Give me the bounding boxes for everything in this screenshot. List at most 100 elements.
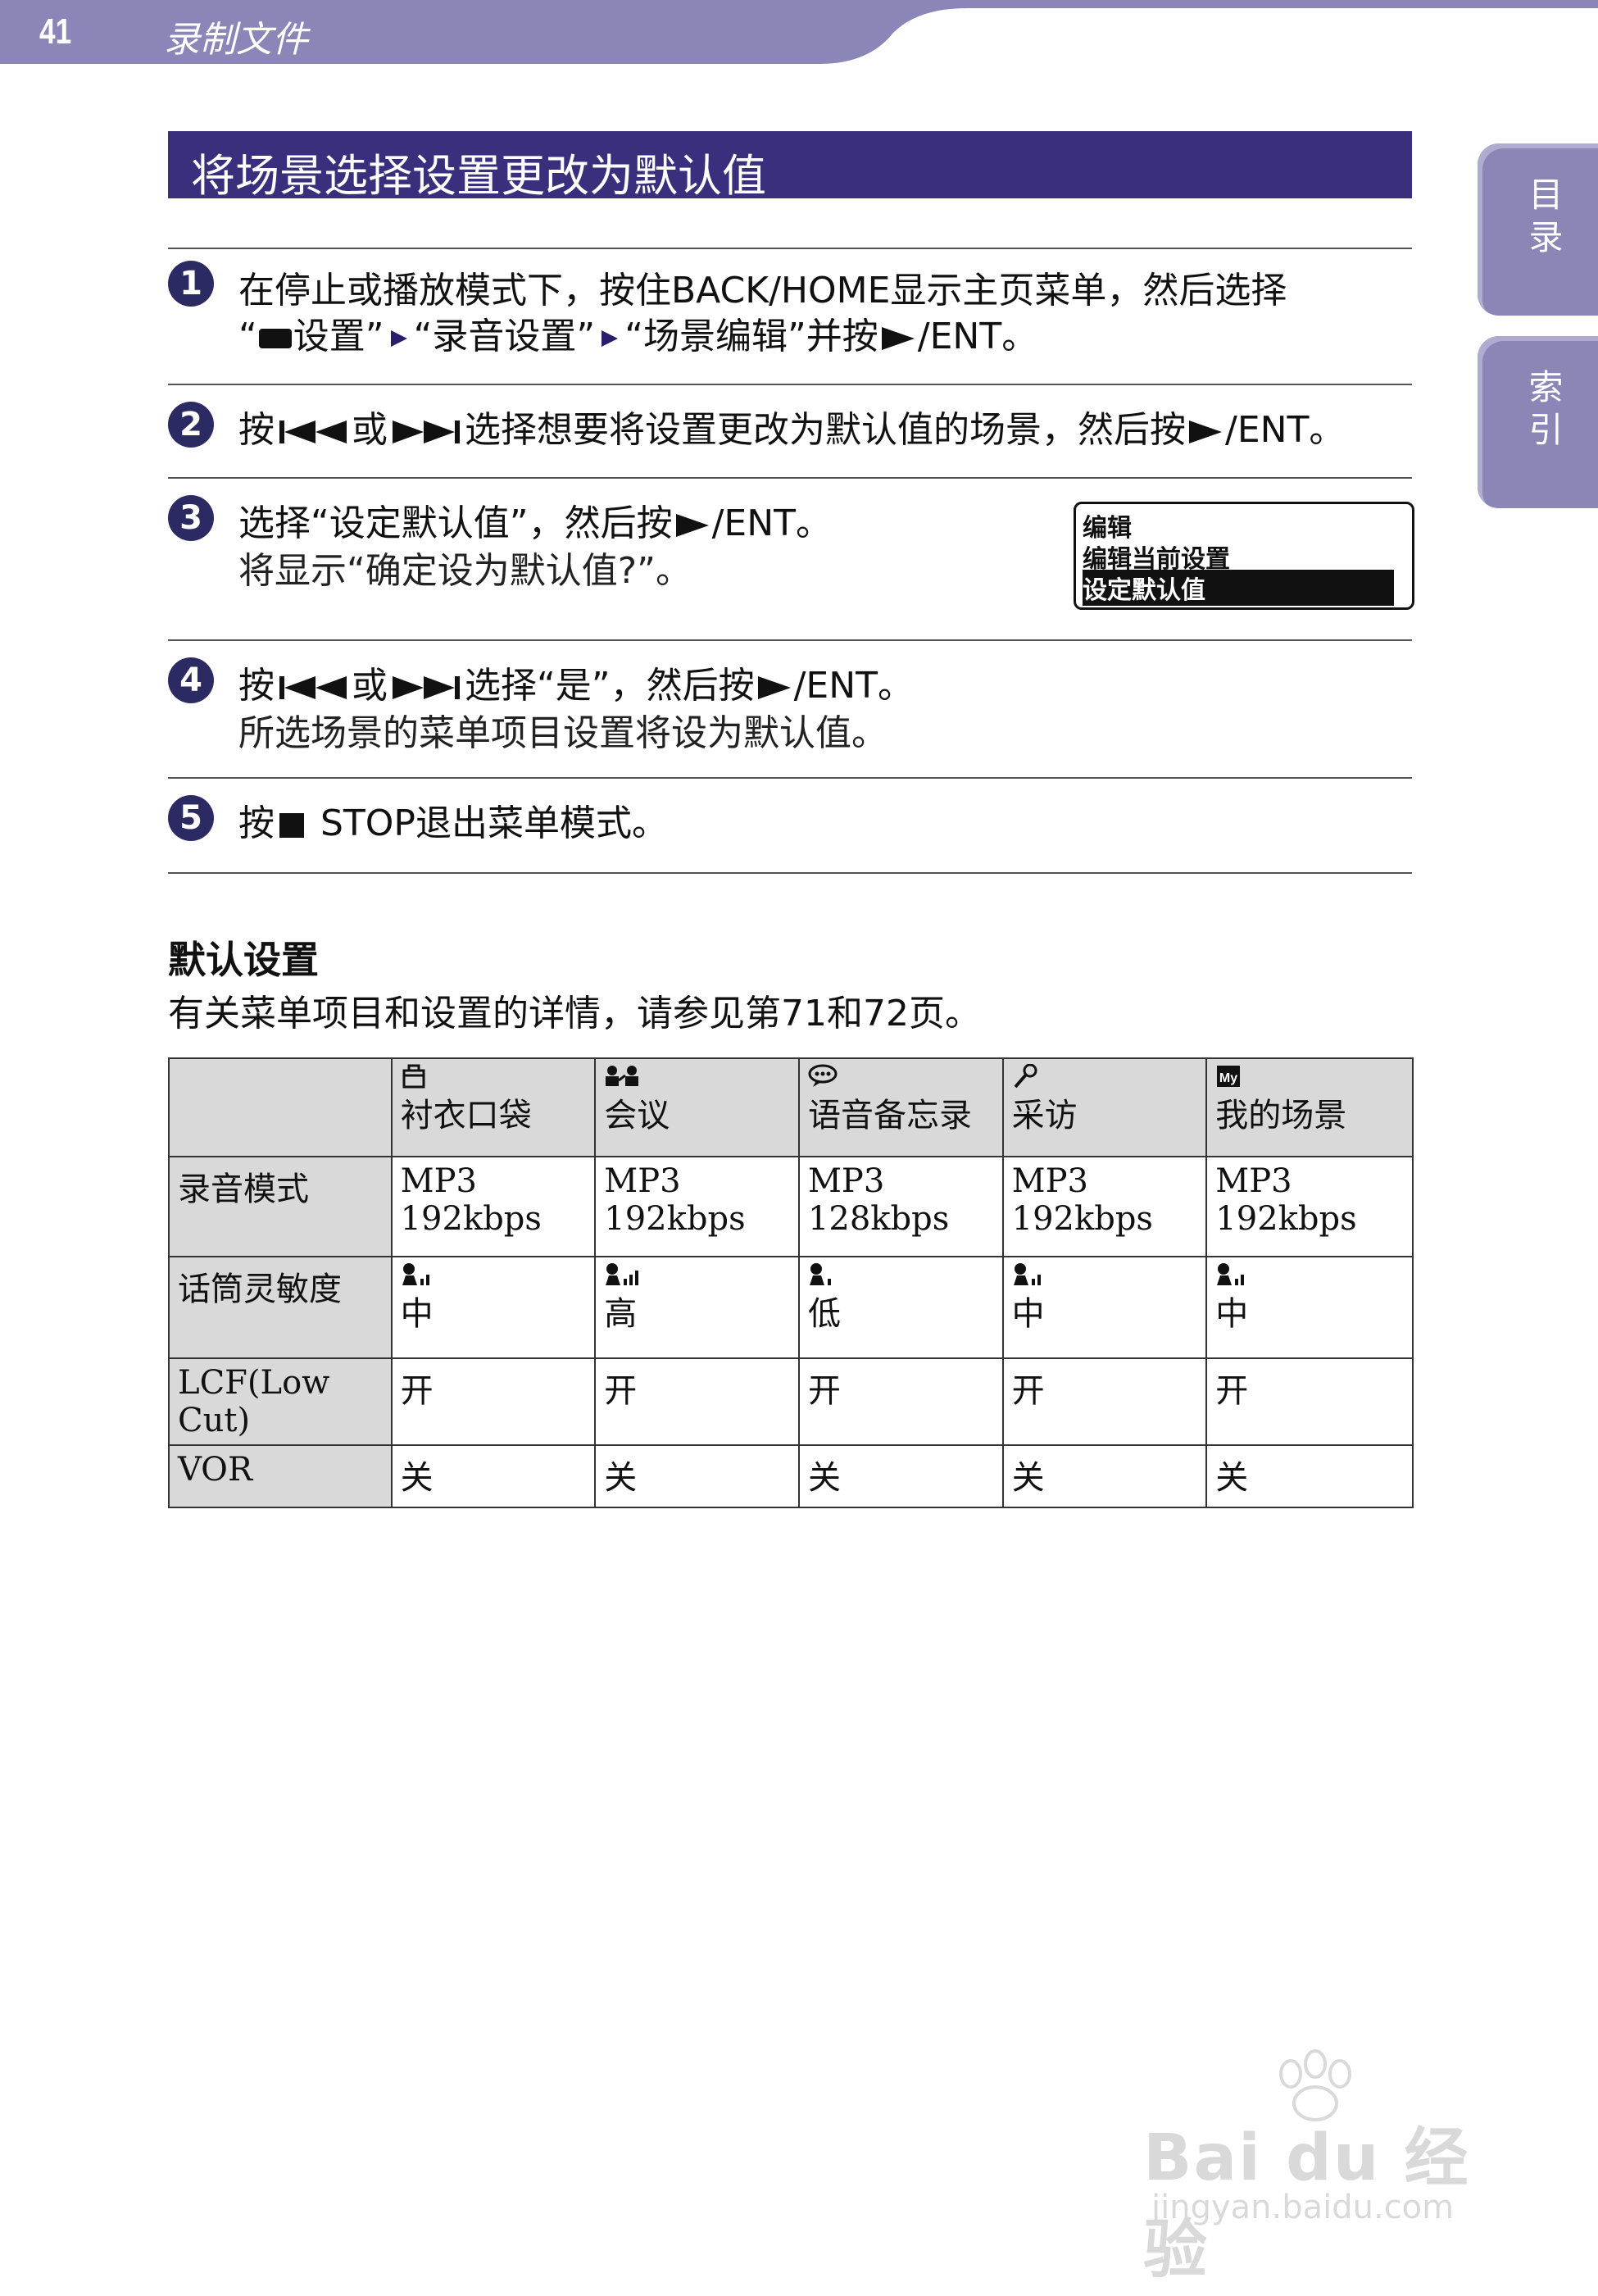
mic-sensitivity-icon	[606, 1263, 639, 1285]
table-corner	[168, 1057, 393, 1157]
column-header: 语音备忘录	[797, 1057, 1004, 1157]
step-text: 按或选择“是”，然后按/ENT。	[238, 665, 915, 707]
play-icon	[1189, 421, 1222, 443]
table-row: LCF(Low Cut) 开 开 开 开 开	[168, 1357, 1414, 1446]
table-cell: 开	[390, 1357, 597, 1446]
skip-forward-icon	[393, 676, 460, 699]
table-cell: 低	[797, 1256, 1004, 1359]
step-text: 按或选择想要将设置更改为默认值的场景，然后按/ENT。	[238, 409, 1346, 451]
lcd-menu-screen: 编辑 编辑当前设置 设定默认值	[1074, 502, 1414, 610]
table-cell: MP3 192kbps	[390, 1156, 597, 1257]
tab-toc[interactable]: 目录	[1478, 143, 1598, 316]
meeting-icon	[606, 1066, 639, 1086]
row-label: 录音模式	[168, 1156, 393, 1257]
defaults-title: 默认设置	[168, 938, 319, 982]
column-header: My 我的场景	[1205, 1057, 1414, 1157]
step-text-2: “设置” “录音设置” “场景编辑”并按/ENT。	[238, 316, 1038, 357]
table-cell: MP3 128kbps	[797, 1156, 1004, 1257]
page-header: 41 录制文件	[0, 0, 1598, 66]
step-text: 按 STOP退出菜单模式。	[238, 802, 668, 844]
page-number: 41	[39, 11, 72, 52]
level-bar	[629, 1275, 633, 1285]
voice-memo-icon	[808, 1064, 838, 1087]
table-cell: 关	[594, 1444, 800, 1508]
tab-index-label: 索引	[1523, 369, 1564, 454]
row-label: VOR	[168, 1444, 393, 1508]
level-bar	[1241, 1275, 1245, 1285]
section-name: 录制文件	[164, 19, 308, 61]
level-bar	[1037, 1275, 1041, 1285]
toolbox-icon	[258, 329, 292, 348]
divider	[168, 248, 1412, 249]
divider	[168, 777, 1412, 779]
table-cell: 关	[1001, 1444, 1208, 1508]
stop-icon	[279, 813, 304, 838]
my-scene-icon: My	[1217, 1066, 1241, 1087]
lcd-row-selected: 设定默认值	[1083, 570, 1394, 606]
divider	[168, 477, 1412, 479]
level-bar	[425, 1275, 429, 1285]
table-cell: MP3 192kbps	[1001, 1156, 1208, 1257]
section-title-bar: 将场景选择设置更改为默认值	[168, 131, 1412, 202]
level-bar	[624, 1279, 628, 1285]
table-row: VOR 关 关 关 关 关	[168, 1444, 1414, 1508]
play-icon	[675, 514, 709, 537]
column-header: 衬衣口袋	[390, 1057, 597, 1157]
defaults-table: 衬衣口袋 会议 语音备忘录 采访 My 我的场景 录音模式 MP3 192kbps…	[168, 1057, 1414, 1508]
level-bar	[635, 1271, 639, 1285]
table-cell: MP3 192kbps	[1205, 1156, 1414, 1257]
table-cell: 关	[390, 1444, 597, 1508]
svg-text:My: My	[1219, 1071, 1237, 1085]
table-cell: MP3 192kbps	[594, 1156, 800, 1257]
step-subtext: 将显示“确定设为默认值?”。	[238, 550, 692, 592]
table-cell: 中	[1205, 1256, 1414, 1359]
skip-forward-icon	[393, 421, 460, 443]
table-cell: 关	[1205, 1444, 1414, 1508]
mic-sensitivity-icon	[1013, 1263, 1041, 1285]
pocket-icon	[402, 1064, 425, 1089]
table-cell: 中	[390, 1256, 597, 1359]
step-text: 在停止或播放模式下，按住BACK/HOME显示主页菜单，然后选择	[238, 270, 1287, 311]
row-label: 话筒灵敏度	[168, 1256, 393, 1359]
table-cell: 关	[797, 1444, 1004, 1508]
table-cell: 开	[1001, 1357, 1208, 1446]
table-cell: 开	[594, 1357, 800, 1446]
level-bar	[1031, 1279, 1035, 1285]
table-cell: 中	[1001, 1256, 1208, 1359]
column-header: 会议	[594, 1057, 800, 1157]
interview-icon	[1014, 1064, 1037, 1089]
step-subtext: 所选场景的菜单项目设置将设为默认值。	[238, 712, 888, 754]
mic-sensitivity-icon	[1217, 1263, 1245, 1285]
step-text: 选择“设定默认值”，然后按/ENT。	[238, 502, 833, 544]
play-icon	[757, 676, 791, 699]
divider	[168, 639, 1412, 641]
divider	[168, 384, 1412, 385]
table-row: 话筒灵敏度 中 高 低 中 中	[168, 1256, 1414, 1359]
divider	[168, 872, 1412, 874]
table-header-row: 衬衣口袋 会议 语音备忘录 采访 My 我的场景	[168, 1057, 1414, 1157]
level-bar	[420, 1279, 424, 1285]
baidu-watermark: Bai du 经验 jingyan.baidu.com	[1135, 2049, 1496, 2287]
tab-toc-label: 目录	[1523, 176, 1564, 261]
play-icon	[881, 327, 915, 350]
step-number: 3	[168, 495, 214, 541]
column-header: 采访	[1001, 1057, 1208, 1157]
defaults-description: 有关菜单项目和设置的详情，请参见第71和72页。	[168, 993, 981, 1034]
step-number: 2	[168, 402, 214, 448]
row-label: LCF(Low Cut)	[168, 1357, 393, 1446]
mic-sensitivity-icon	[809, 1263, 831, 1285]
skip-back-icon	[279, 676, 347, 699]
page-title: 将场景选择设置更改为默认值	[191, 150, 766, 202]
mic-sensitivity-icon	[402, 1263, 429, 1285]
table-cell: 开	[1205, 1357, 1414, 1446]
step-number: 1	[168, 261, 214, 307]
tab-index[interactable]: 索引	[1478, 336, 1598, 508]
next-arrow-icon	[390, 330, 407, 347]
table-row: 录音模式 MP3 192kbps MP3 192kbps MP3 128kbps MP…	[168, 1156, 1414, 1257]
next-arrow-icon	[602, 330, 619, 347]
step-number: 4	[168, 657, 214, 703]
step-number: 5	[168, 795, 214, 841]
watermark-url: jingyan.baidu.com	[1151, 2189, 1455, 2226]
level-bar	[827, 1279, 831, 1285]
skip-back-icon	[279, 421, 347, 443]
